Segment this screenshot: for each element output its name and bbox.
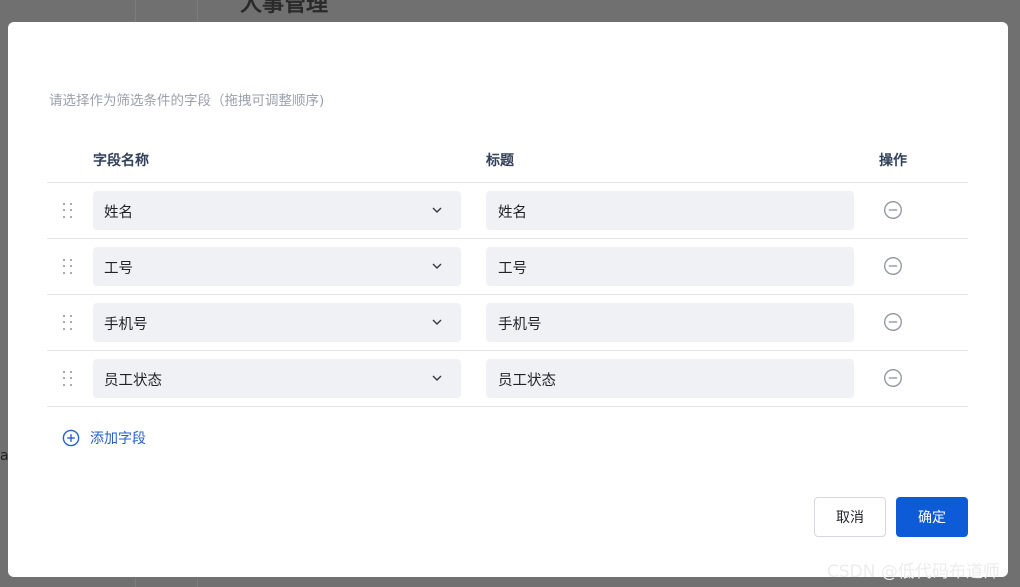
background-title: 人事管理 — [240, 0, 329, 17]
table-header: 字段名称 标题 操作 — [47, 140, 968, 183]
column-header-title: 标题 — [486, 153, 514, 169]
minus-circle-icon[interactable] — [883, 256, 903, 276]
field-name-select[interactable]: 姓名 — [93, 191, 461, 230]
table-row: 手机号 手机号 — [47, 295, 968, 351]
chevron-down-icon — [432, 375, 442, 382]
field-table: 字段名称 标题 操作 姓名 姓名 工号 工号 手机号 手机号 员工状态 员工状态 — [47, 140, 968, 407]
field-name-value: 姓名 — [104, 205, 133, 221]
minus-circle-icon[interactable] — [883, 200, 903, 220]
plus-circle-icon — [62, 429, 80, 447]
field-name-value: 工号 — [104, 261, 133, 277]
field-name-select[interactable]: 工号 — [93, 247, 461, 286]
watermark: CSDN @低代码布道师 — [827, 562, 1000, 582]
column-header-action: 操作 — [879, 153, 907, 169]
chevron-down-icon — [432, 319, 442, 326]
chevron-down-icon — [432, 263, 442, 270]
title-input[interactable]: 工号 — [486, 247, 854, 286]
field-name-value: 员工状态 — [104, 373, 162, 389]
table-row: 工号 工号 — [47, 239, 968, 295]
add-field-label: 添加字段 — [90, 431, 146, 447]
table-row: 员工状态 员工状态 — [47, 351, 968, 407]
cancel-button[interactable]: 取消 — [814, 497, 886, 537]
minus-circle-icon[interactable] — [883, 368, 903, 388]
drag-handle-icon[interactable] — [63, 259, 73, 275]
title-input[interactable]: 姓名 — [486, 191, 854, 230]
field-name-select[interactable]: 员工状态 — [93, 359, 461, 398]
title-value: 姓名 — [498, 205, 527, 221]
field-name-value: 手机号 — [104, 317, 148, 333]
minus-circle-icon[interactable] — [883, 312, 903, 332]
title-input[interactable]: 员工状态 — [486, 359, 854, 398]
add-field-button[interactable]: 添加字段 — [62, 428, 146, 448]
title-value: 工号 — [498, 261, 527, 277]
chevron-down-icon — [432, 207, 442, 214]
title-value: 手机号 — [498, 317, 542, 333]
table-body: 姓名 姓名 工号 工号 手机号 手机号 员工状态 员工状态 — [47, 183, 968, 407]
column-header-field-name: 字段名称 — [93, 153, 149, 169]
drag-handle-icon[interactable] — [63, 371, 73, 387]
drag-handle-icon[interactable] — [63, 203, 73, 219]
title-value: 员工状态 — [498, 373, 556, 389]
title-input[interactable]: 手机号 — [486, 303, 854, 342]
field-config-dialog: 请选择作为筛选条件的字段（拖拽可调整顺序) 字段名称 标题 操作 姓名 姓名 工… — [8, 22, 1008, 577]
field-name-select[interactable]: 手机号 — [93, 303, 461, 342]
drag-handle-icon[interactable] — [63, 315, 73, 331]
table-row: 姓名 姓名 — [47, 183, 968, 239]
confirm-button[interactable]: 确定 — [896, 497, 968, 537]
dialog-hint: 请选择作为筛选条件的字段（拖拽可调整顺序) — [49, 93, 325, 109]
